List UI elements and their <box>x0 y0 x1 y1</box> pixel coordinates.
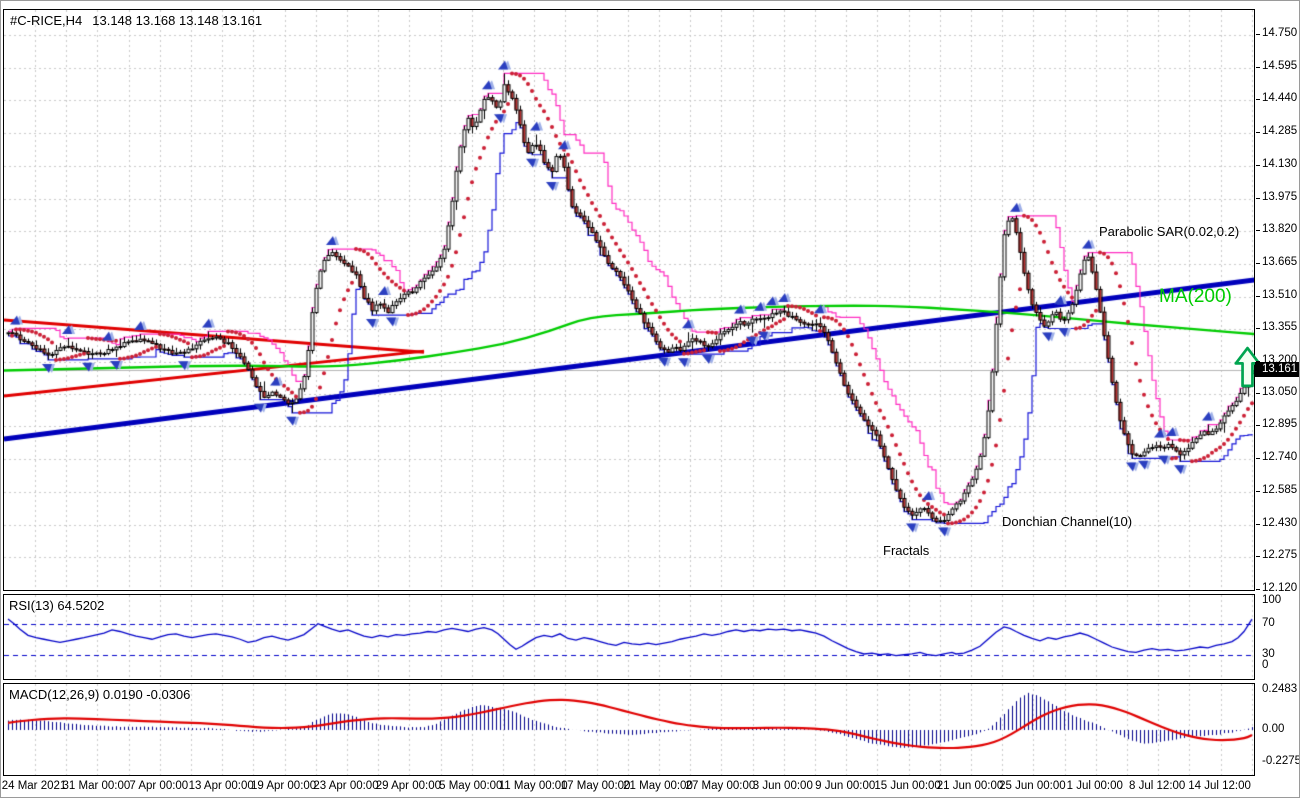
price-axis-label: 14.595 <box>1255 59 1298 72</box>
price-axis-label: 12.585 <box>1255 483 1298 496</box>
price-axis-label: 13.355 <box>1255 321 1298 334</box>
ma200-label: MA(200) <box>1159 286 1232 307</box>
time-axis-label: 14 Jul 12:00 <box>1188 780 1251 792</box>
rsi-axis-label: 100 <box>1262 593 1282 606</box>
main-chart-panel: #C-RICE,H4 13.148 13.168 13.148 13.161 Pa… <box>3 9 1261 591</box>
price-axis-label: 13.050 <box>1255 385 1298 398</box>
price-axis-label: 14.440 <box>1255 92 1298 105</box>
macd-panel: MACD(12,26,9) 0.0190 -0.0306 <box>3 683 1255 776</box>
parabolic-sar-label: Parabolic SAR(0.02,0.2) <box>1099 224 1240 239</box>
price-axis-label: 13.975 <box>1255 190 1298 203</box>
rsi-axis[interactable]: 100 70 30 0 <box>1255 593 1299 680</box>
price-axis-label: 13.510 <box>1255 288 1298 301</box>
macd-axis-label: 0.2483 <box>1262 683 1298 696</box>
price-axis-label: 12.895 <box>1255 418 1298 431</box>
macd-axis[interactable]: 0.2483 0.00 -0.2275 <box>1255 683 1300 776</box>
price-axis-label: 14.285 <box>1255 125 1298 138</box>
time-axis[interactable]: 24 Mar 2021 31 Mar 00:00 7 Apr 00:00 13 Apr… <box>1 780 1299 797</box>
price-axis-label: 14.750 <box>1255 27 1298 39</box>
trading-chart-window: #C-RICE,H4 13.148 13.168 13.148 13.161 Pa… <box>0 0 1300 798</box>
price-axis[interactable]: 14.750 14.595 14.440 14.285 14.130 13.975 13.8… <box>1255 1 1299 594</box>
macd-label: MACD(12,26,9) 0.0190 -0.0306 <box>9 687 191 702</box>
fractals-label: Fractals <box>883 543 930 558</box>
donchian-channel-label: Donchian Channel(10) <box>1002 514 1133 529</box>
price-chart-canvas[interactable] <box>4 10 1254 590</box>
price-axis-label: 13.665 <box>1255 255 1298 268</box>
price-axis-label: 12.740 <box>1255 451 1298 464</box>
macd-axis-label: 0.00 <box>1262 723 1285 735</box>
macd-axis-label: -0.2275 <box>1262 755 1300 767</box>
rsi-panel: RSI(13) 64.5202 <box>3 594 1255 680</box>
rsi-axis-label: 30 <box>1262 647 1275 660</box>
rsi-axis-label: 0 <box>1262 659 1269 671</box>
macd-canvas[interactable] <box>4 684 1254 775</box>
price-axis-label: 12.120 <box>1255 582 1298 594</box>
rsi-canvas[interactable] <box>4 595 1254 679</box>
ohlc-readout: 13.148 13.168 13.148 13.161 <box>92 13 263 28</box>
price-axis-label: 14.130 <box>1255 157 1298 170</box>
price-axis-label: 12.275 <box>1255 549 1298 562</box>
chart-title: #C-RICE,H4 13.148 13.168 13.148 13.161 <box>10 13 262 28</box>
price-axis-label: 13.820 <box>1255 223 1298 236</box>
symbol-timeframe-label: #C-RICE,H4 <box>10 13 83 28</box>
price-axis-label: 12.430 <box>1255 516 1298 529</box>
rsi-label: RSI(13) 64.5202 <box>9 598 105 613</box>
current-price-badge: 13.161 <box>1255 362 1299 378</box>
rsi-axis-label: 70 <box>1262 616 1275 629</box>
